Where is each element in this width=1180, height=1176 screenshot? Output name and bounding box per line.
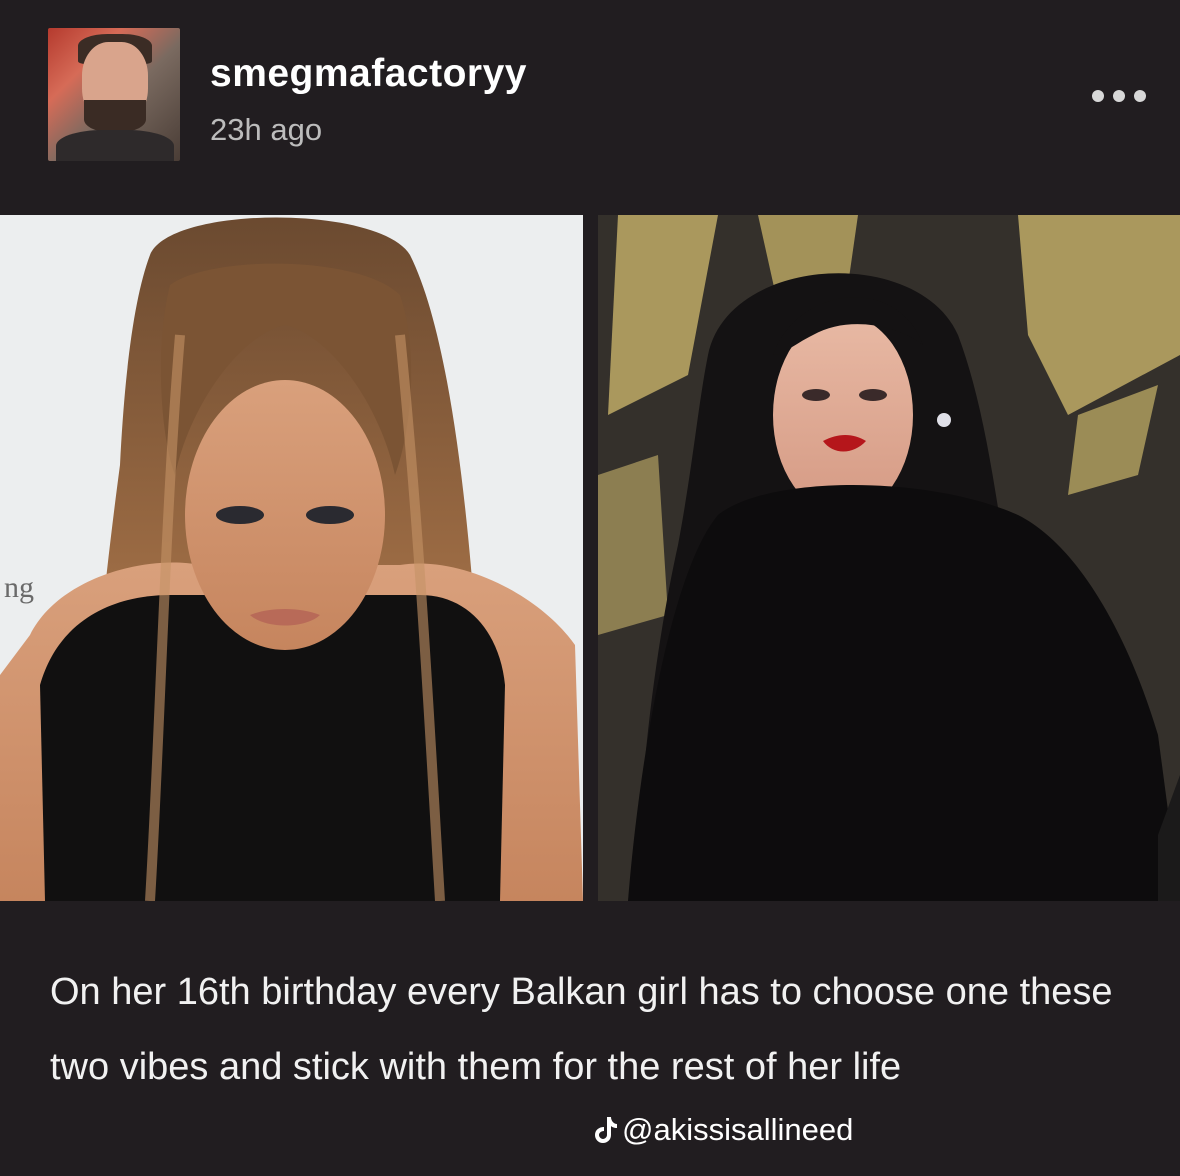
dot-icon: [1092, 90, 1104, 102]
dot-icon: [1113, 90, 1125, 102]
portrait-illustration-left: ng: [0, 215, 583, 901]
post-image-right: [598, 215, 1180, 901]
watermark-handle: @akissisallineed: [622, 1112, 854, 1147]
portrait-illustration-right: [598, 215, 1180, 901]
more-options-icon[interactable]: [1092, 86, 1146, 106]
backdrop-letters: ng: [4, 571, 34, 604]
post-timestamp: 23h ago: [210, 112, 323, 147]
username[interactable]: smegmafactoryy: [210, 52, 527, 96]
avatar-beard: [84, 100, 146, 132]
avatar-shirt: [56, 130, 174, 161]
watermark: @akissisallineed: [592, 1112, 853, 1148]
post-caption: On her 16th birthday every Balkan girl h…: [50, 971, 1113, 1088]
tiktok-icon: [595, 1117, 617, 1143]
avatar[interactable]: [48, 28, 180, 161]
post-image-left: ng: [0, 215, 583, 901]
post-header: smegmafactoryy 23h ago: [0, 0, 1180, 215]
dot-icon: [1134, 90, 1146, 102]
